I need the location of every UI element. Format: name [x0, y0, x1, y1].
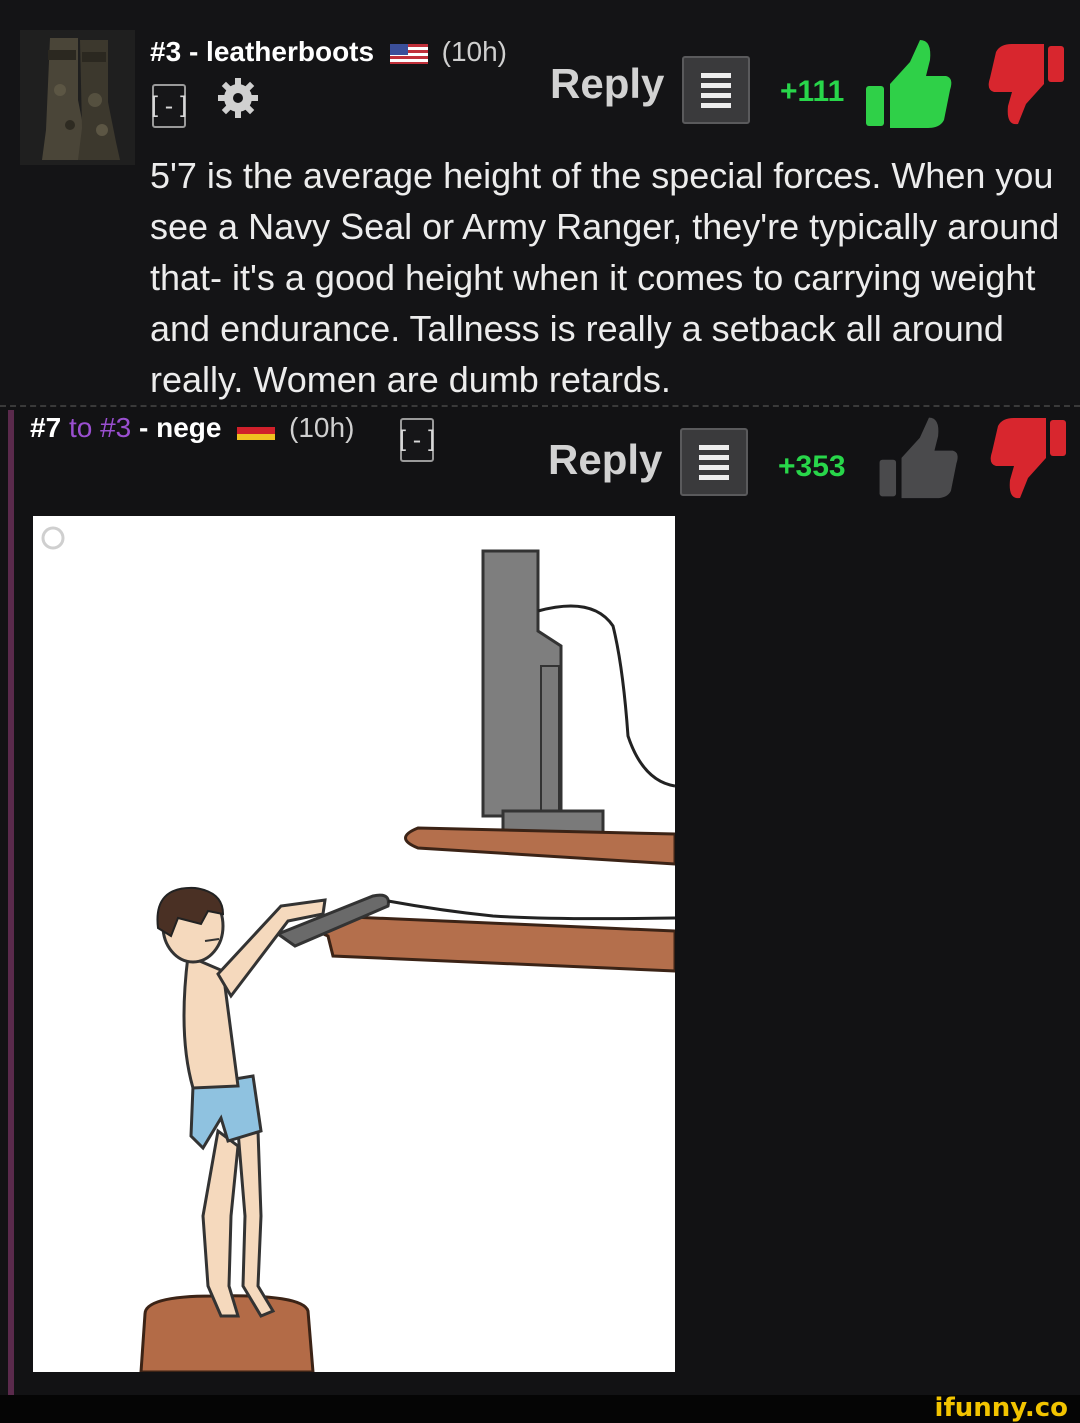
menu-icon[interactable]: [682, 56, 750, 124]
thumbs-up-icon[interactable]: [872, 414, 964, 500]
gear-icon[interactable]: [216, 76, 260, 120]
menu-icon[interactable]: [680, 428, 748, 496]
comment-number[interactable]: #7: [30, 412, 61, 443]
timestamp: (10h): [289, 412, 355, 443]
comment-number[interactable]: #3: [150, 36, 181, 67]
footer-bar: [0, 1395, 1080, 1423]
collapse-button[interactable]: [-]: [395, 418, 439, 462]
attached-image[interactable]: [33, 516, 677, 1374]
thumbs-up-icon[interactable]: [862, 36, 954, 130]
thumbs-down-icon[interactable]: [986, 42, 1068, 128]
comment-3-header: #3 - leatherboots (10h): [150, 36, 507, 68]
username[interactable]: leatherboots: [206, 36, 374, 67]
reply-button[interactable]: Reply: [550, 60, 664, 108]
thumbs-down-icon[interactable]: [988, 416, 1070, 502]
ifunny-watermark: ifunny.co: [934, 1393, 1068, 1423]
vote-score: +353: [778, 450, 846, 483]
germany-flag-icon: [237, 419, 276, 440]
collapse-button[interactable]: [-]: [147, 84, 191, 128]
comment-3: #3 - leatherboots (10h) [-] Reply +111 5…: [0, 0, 1080, 405]
usa-flag-icon: [389, 43, 428, 64]
reply-button[interactable]: Reply: [548, 436, 662, 484]
comment-7-header: #7 to #3 - nege (10h): [30, 412, 354, 444]
vote-score: +111: [780, 75, 845, 108]
reply-to-link[interactable]: to #3: [69, 412, 131, 443]
timestamp: (10h): [441, 36, 508, 67]
comment-body: 5'7 is the average height of the special…: [150, 155, 1060, 400]
username[interactable]: nege: [156, 412, 221, 443]
separator: -: [139, 412, 149, 443]
reply-thread-bar: [8, 410, 14, 1395]
avatar-boots-icon[interactable]: [20, 30, 135, 165]
separator: -: [188, 36, 199, 67]
